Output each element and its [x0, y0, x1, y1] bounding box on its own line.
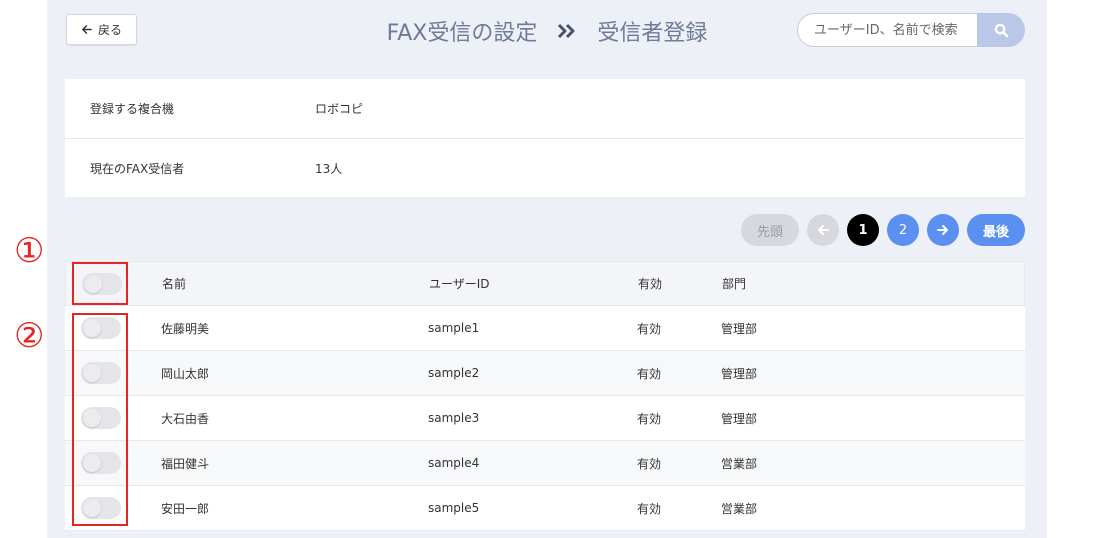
search-input[interactable] — [797, 13, 977, 47]
page-1-button[interactable]: 1 — [847, 214, 879, 246]
column-header-name: 名前 — [162, 277, 187, 291]
info-row-recipients: 現在のFAX受信者 13人 — [65, 138, 1025, 198]
page-2-button[interactable]: 2 — [887, 214, 919, 246]
arrow-left-icon — [818, 225, 829, 235]
info-label: 登録する複合機 — [90, 102, 175, 116]
first-page-button[interactable]: 先頭 — [741, 214, 799, 246]
column-header-department: 部門 — [722, 277, 747, 291]
row-user-id: sample3 — [428, 411, 480, 425]
arrow-left-icon — [82, 25, 92, 34]
double-chevron-right-icon — [557, 23, 577, 39]
row-user-id: sample4 — [428, 456, 480, 470]
annotation-box-row-toggles — [72, 313, 128, 526]
back-button-label: 戻る — [97, 23, 122, 37]
table-row: 安田一郎 sample5 有効 営業部 — [65, 486, 1025, 531]
table-row: 大石由香 sample3 有効 管理部 — [65, 396, 1025, 441]
info-card: 登録する複合機 ロボコピ 現在のFAX受信者 13人 — [65, 79, 1025, 197]
pagination: 先頭 1 2 最後 — [741, 214, 1025, 246]
recipient-table: 名前 ユーザーID 有効 部門 佐藤明美 sample1 有効 管理部 岡山太郎… — [65, 261, 1025, 531]
title-recipient-registration: 受信者登録 — [597, 21, 708, 46]
row-status: 有効 — [637, 411, 662, 426]
annotation-marker-2: ② — [14, 316, 45, 356]
title-settings: FAX受信の設定 — [386, 21, 538, 46]
row-department: 管理部 — [721, 321, 758, 336]
row-name: 福田健斗 — [161, 456, 210, 471]
last-page-button[interactable]: 最後 — [967, 214, 1025, 246]
back-button[interactable]: 戻る — [66, 14, 137, 45]
row-name: 大石由香 — [161, 411, 210, 426]
row-name: 安田一郎 — [161, 501, 210, 516]
info-row-device: 登録する複合機 ロボコピ — [65, 79, 1025, 138]
search-box — [797, 13, 1025, 47]
row-department: 管理部 — [721, 411, 758, 426]
row-status: 有効 — [637, 366, 662, 381]
arrow-right-icon — [937, 225, 948, 235]
search-button[interactable] — [977, 13, 1025, 47]
column-header-status: 有効 — [638, 277, 663, 291]
row-user-id: sample5 — [428, 501, 480, 515]
row-name: 佐藤明美 — [161, 321, 210, 336]
row-name: 岡山太郎 — [161, 366, 210, 381]
table-row: 福田健斗 sample4 有効 営業部 — [65, 441, 1025, 486]
annotation-box-select-all — [72, 262, 128, 305]
row-status: 有効 — [637, 456, 662, 471]
row-status: 有効 — [637, 501, 662, 516]
info-value: 13人 — [315, 162, 343, 176]
main-panel: 戻る FAX受信の設定 受信者登録 登録する複合機 ロボコピ 現在のFAX受信者… — [47, 0, 1047, 538]
row-status: 有効 — [637, 321, 662, 336]
search-icon — [994, 23, 1008, 37]
row-user-id: sample2 — [428, 366, 480, 380]
annotation-marker-1: ① — [14, 231, 45, 271]
row-department: 営業部 — [721, 456, 758, 471]
row-department: 管理部 — [721, 366, 758, 381]
info-label: 現在のFAX受信者 — [90, 162, 185, 176]
table-header: 名前 ユーザーID 有効 部門 — [65, 261, 1025, 306]
column-header-user-id: ユーザーID — [429, 277, 490, 291]
row-user-id: sample1 — [428, 321, 480, 335]
info-value: ロボコピ — [315, 102, 364, 116]
table-row: 岡山太郎 sample2 有効 管理部 — [65, 351, 1025, 396]
next-page-button[interactable] — [927, 214, 959, 246]
row-department: 営業部 — [721, 501, 758, 516]
prev-page-button[interactable] — [807, 214, 839, 246]
table-row: 佐藤明美 sample1 有効 管理部 — [65, 306, 1025, 351]
